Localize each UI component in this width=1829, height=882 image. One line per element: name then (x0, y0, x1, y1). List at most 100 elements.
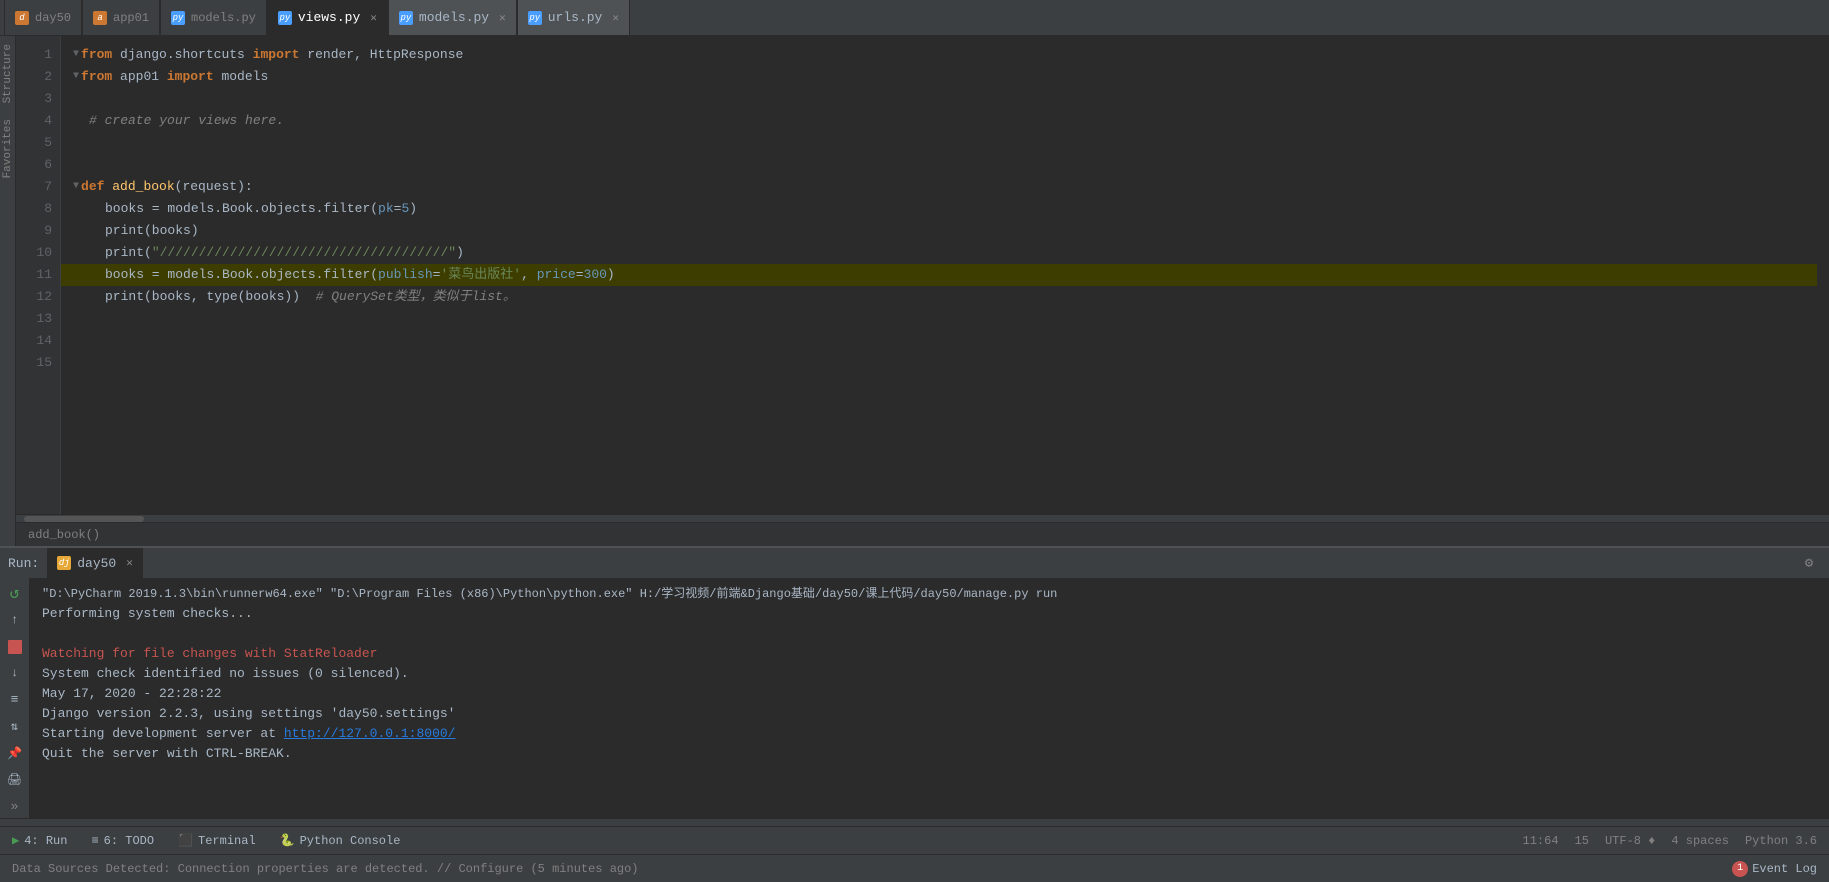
tab-app01[interactable]: a app01 (82, 0, 160, 35)
status-left: ▶ 4: Run ≡ 6: TODO ⬛ Terminal 🐍 Python C… (0, 833, 1511, 848)
status-right: 11:64 15 UTF-8 ♦ 4 spaces Python 3.6 (1511, 834, 1829, 848)
code-line-14 (73, 330, 1817, 352)
breadcrumb-text: add_book() (28, 528, 100, 542)
server-url-link[interactable]: http://127.0.0.1:8000/ (284, 726, 456, 741)
tab-models-py[interactable]: py models.py ✕ (388, 0, 517, 35)
fold-2: ▼ (73, 66, 79, 88)
tab-day50[interactable]: d day50 (4, 0, 82, 35)
scroll-down-button[interactable]: ↓ (3, 662, 27, 685)
code-line-3 (73, 88, 1817, 110)
code-line-2: ▼ from app01 import models (73, 66, 1817, 88)
tab-views-py-icon: py (278, 11, 292, 25)
app-container: d day50 a app01 py models.py py views.py… (0, 0, 1829, 882)
status-tab-terminal[interactable]: ⬛ Terminal (166, 833, 268, 848)
structure-label[interactable]: Structure (0, 36, 15, 111)
run-panel: Run: dj day50 ✕ ⚙ ↺ ↑ (0, 546, 1829, 826)
status-bar: ▶ 4: Run ≡ 6: TODO ⬛ Terminal 🐍 Python C… (0, 826, 1829, 854)
indent-info: 4 spaces (1671, 834, 1729, 848)
run-server-line: Starting development server at http://12… (42, 724, 1817, 744)
left-sidebar: Structure Favorites (0, 36, 16, 546)
code-line-5 (73, 132, 1817, 154)
status-tab-todo[interactable]: ≡ 6: TODO (79, 834, 166, 848)
stop-button[interactable] (3, 635, 27, 658)
line-numbers: 1 2 3 4 5 6 7 8 9 10 11 12 13 14 15 (16, 36, 61, 514)
wrap-button[interactable]: ≡ (3, 689, 27, 712)
event-log-label: Event Log (1752, 862, 1817, 876)
run-cmd-line: "D:\PyCharm 2019.1.3\bin\runnerw64.exe" … (42, 584, 1817, 604)
status-todo-label: 6: TODO (104, 834, 154, 848)
filter-button[interactable]: ⇅ (3, 715, 27, 738)
cursor-position: 11:64 (1523, 834, 1559, 848)
run-blank (42, 624, 1817, 644)
status-python-console-label: Python Console (300, 834, 401, 848)
play-icon: ▶ (12, 833, 19, 848)
run-output[interactable]: "D:\PyCharm 2019.1.3\bin\runnerw64.exe" … (30, 578, 1829, 818)
tab-views-py-close[interactable]: ✕ (370, 11, 377, 25)
tab-urls-py-icon: py (528, 11, 542, 25)
run-label: Run: (8, 556, 47, 571)
tab-models-py-close[interactable]: ✕ (499, 11, 506, 25)
run-watching: Watching for file changes with StatReloa… (42, 644, 1817, 664)
run-tab-icon: dj (57, 556, 71, 570)
fold-7: ▼ (73, 176, 79, 198)
code-line-8: books = models.Book.objects.filter(pk=5) (73, 198, 1817, 220)
tab-app01-icon: a (93, 11, 107, 25)
status-tab-python-console[interactable]: 🐍 Python Console (268, 833, 413, 848)
event-log-button[interactable]: 1 Event Log (1732, 861, 1817, 877)
code-line-10: print("/////////////////////////////////… (73, 242, 1817, 264)
code-line-12: print(books, type(books)) # QuerySet类型，类… (73, 286, 1817, 308)
python-console-icon: 🐍 (280, 833, 295, 848)
editor-tabs-bar: d day50 a app01 py models.py py views.py… (0, 0, 1829, 36)
run-hscroll[interactable] (0, 818, 1829, 826)
bottom-bar: Data Sources Detected: Connection proper… (0, 854, 1829, 882)
tab-day50-label: day50 (35, 11, 71, 25)
gear-button[interactable]: ⚙ (1797, 551, 1821, 575)
code-lines[interactable]: ▼ from django.shortcuts import render, H… (61, 36, 1829, 514)
code-line-11: books = models.Book.objects.filter(publi… (61, 264, 1817, 286)
tab-urls-py[interactable]: py urls.py ✕ (517, 0, 630, 35)
run-sidebar: ↺ ↑ ↓ ≡ ⇅ 📌 (0, 578, 30, 818)
bottom-message: Data Sources Detected: Connection proper… (12, 862, 639, 876)
run-panel-header: Run: dj day50 ✕ ⚙ (0, 548, 1829, 578)
code-line-4: # create your views here. (73, 110, 1817, 132)
tab-app01-label: app01 (113, 11, 149, 25)
run-system-check: System check identified no issues (0 sil… (42, 664, 1817, 684)
tab-models-small-icon: py (171, 11, 185, 25)
run-tab-close[interactable]: ✕ (126, 556, 133, 570)
restart-button[interactable]: ↺ (3, 582, 27, 605)
status-terminal-label: Terminal (198, 834, 256, 848)
terminal-icon: ⬛ (178, 833, 193, 848)
tab-models-py-label: models.py (419, 10, 489, 25)
code-line-9: print(books) (73, 220, 1817, 242)
run-django-version: Django version 2.2.3, using settings 'da… (42, 704, 1817, 724)
line-count: 15 (1575, 834, 1589, 848)
tab-models-py-icon: py (399, 11, 413, 25)
encoding: UTF-8 ♦ (1605, 834, 1655, 848)
tab-models-small-label: models.py (191, 11, 256, 25)
code-line-15 (73, 352, 1817, 374)
todo-icon: ≡ (91, 834, 98, 848)
tab-views-py-label: views.py (298, 10, 360, 25)
code-line-1: ▼ from django.shortcuts import render, H… (73, 44, 1817, 66)
tab-models-small[interactable]: py models.py (160, 0, 267, 35)
tab-views-py[interactable]: py views.py ✕ (267, 0, 388, 35)
breadcrumb-bar: add_book() (16, 522, 1829, 546)
pin-button[interactable]: 📌 (3, 742, 27, 765)
favorites-label[interactable]: Favorites (0, 111, 15, 186)
tab-urls-py-close[interactable]: ✕ (612, 11, 619, 25)
code-line-13 (73, 308, 1817, 330)
code-editor: 1 2 3 4 5 6 7 8 9 10 11 12 13 14 15 (16, 36, 1829, 546)
status-run-label: 4: Run (24, 834, 67, 848)
tab-day50-icon: d (15, 11, 29, 25)
print-button[interactable]: 🖨 (3, 768, 27, 791)
event-badge: 1 (1732, 861, 1748, 877)
more-button[interactable]: » (3, 795, 27, 818)
run-panel-body: ↺ ↑ ↓ ≡ ⇅ 📌 (0, 578, 1829, 818)
run-tab-day50[interactable]: dj day50 ✕ (47, 548, 143, 578)
python-version: Python 3.6 (1745, 834, 1817, 848)
run-performing: Performing system checks... (42, 604, 1817, 624)
editor-hscroll[interactable] (16, 514, 1829, 522)
run-quit: Quit the server with CTRL-BREAK. (42, 744, 1817, 764)
scroll-up-button[interactable]: ↑ (3, 609, 27, 632)
status-tab-run[interactable]: ▶ 4: Run (0, 833, 79, 848)
